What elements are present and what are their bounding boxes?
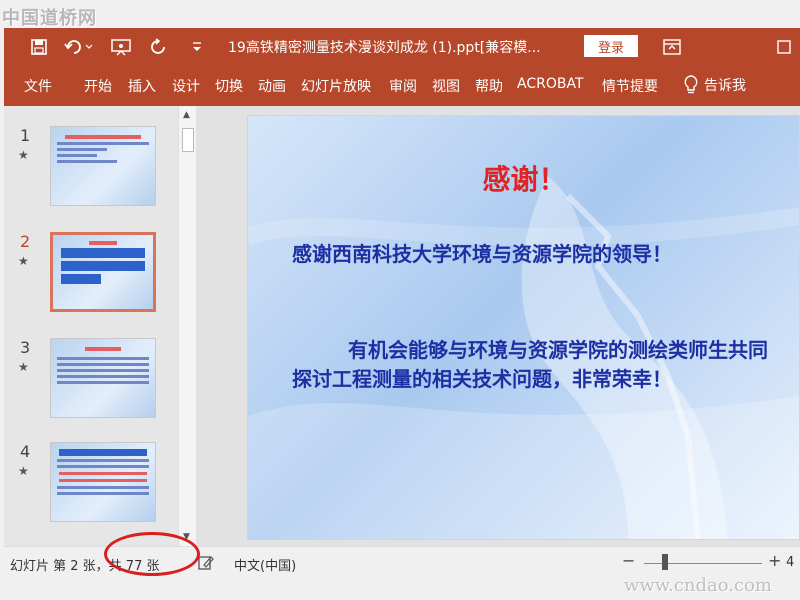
thumbnail-row[interactable]: 4 ★ — [4, 442, 178, 532]
tell-me-box[interactable]: 告诉我 — [684, 75, 746, 95]
slide-thumbnail[interactable] — [50, 126, 156, 206]
ribbon-tabs: 文件 开始 插入 设计 切换 动画 幻灯片放映 审阅 视图 帮助 ACROBAT… — [4, 66, 800, 106]
lightbulb-icon — [684, 75, 698, 94]
star-icon: ★ — [18, 148, 29, 162]
thumbnail-row[interactable]: 3 ★ — [4, 338, 178, 428]
tab-view[interactable]: 视图 — [432, 76, 460, 96]
document-title: 19高铁精密测量技术漫谈刘成龙 (1).ppt[兼容模... — [228, 40, 541, 56]
redo-icon[interactable] — [148, 36, 170, 58]
tell-me-label: 告诉我 — [704, 78, 746, 94]
slide-number: 3 — [20, 338, 31, 357]
tab-review[interactable]: 审阅 — [389, 76, 417, 96]
slide-number: 4 — [20, 442, 31, 461]
thumbnail-row[interactable]: 2 ★ — [4, 232, 178, 322]
slide-title: 感谢！ — [482, 163, 567, 196]
present-icon[interactable] — [110, 36, 132, 58]
watermark-bottom: www.cndao.com — [624, 575, 772, 596]
tab-transitions[interactable]: 切换 — [215, 76, 243, 96]
scroll-thumb[interactable] — [182, 128, 194, 152]
zoom-level[interactable]: 4 — [786, 555, 794, 570]
slide-text-line1: 感谢西南科技大学环境与资源学院的领导！ — [292, 242, 672, 266]
star-icon: ★ — [18, 360, 29, 374]
thumbnail-row[interactable]: 1 ★ — [4, 126, 178, 216]
tab-acrobat[interactable]: ACROBAT — [517, 76, 584, 92]
zoom-out-button[interactable]: − — [622, 551, 635, 570]
maximize-icon[interactable] — [774, 37, 794, 57]
slide-thumbnail[interactable] — [50, 442, 156, 522]
title-bar: 19高铁精密测量技术漫谈刘成龙 (1).ppt[兼容模... 登录 — [4, 28, 800, 66]
red-highlight-circle — [104, 532, 200, 576]
thumbnail-scrollbar[interactable]: ▲ ▼ — [178, 106, 196, 546]
tab-animations[interactable]: 动画 — [258, 76, 286, 96]
star-icon: ★ — [18, 464, 29, 478]
zoom-in-button[interactable]: + — [768, 551, 781, 570]
tab-design[interactable]: 设计 — [172, 76, 200, 96]
scroll-up-icon[interactable]: ▲ — [183, 110, 190, 120]
customize-icon[interactable] — [186, 36, 208, 58]
slide-number: 1 — [20, 126, 31, 145]
slide-thumbnails-pane: 1 ★ 2 ★ 3 ★ 4 ★ — [4, 106, 178, 546]
save-icon[interactable] — [28, 36, 50, 58]
tab-help[interactable]: 帮助 — [475, 76, 503, 96]
notes-icon[interactable] — [198, 555, 214, 575]
tab-storyboard[interactable]: 情节提要 — [602, 76, 658, 96]
ribbon-display-icon[interactable] — [662, 37, 682, 57]
undo-icon[interactable] — [62, 36, 96, 58]
slide-number: 2 — [20, 232, 31, 251]
tab-file[interactable]: 文件 — [24, 76, 52, 96]
tab-insert[interactable]: 插入 — [128, 76, 156, 96]
current-slide[interactable]: 感谢！ 感谢西南科技大学环境与资源学院的领导！ 有机会能够与环境与资源学院的测绘… — [247, 115, 800, 540]
tab-slideshow[interactable]: 幻灯片放映 — [301, 76, 371, 96]
watermark-top: 中国道桥网 — [2, 8, 97, 29]
slide-thumbnail[interactable] — [50, 338, 156, 418]
slide-thumbnail-selected[interactable] — [50, 232, 156, 312]
zoom-slider-thumb[interactable] — [662, 554, 668, 570]
slide-text-line2: 有机会能够与环境与资源学院的测绘类师生共同探讨工程测量的相关技术问题，非常荣幸！ — [292, 338, 768, 391]
language-status[interactable]: 中文(中国) — [234, 555, 296, 574]
slide-canvas: 感谢！ 感谢西南科技大学环境与资源学院的领导！ 有机会能够与环境与资源学院的测绘… — [196, 106, 800, 546]
star-icon: ★ — [18, 254, 29, 268]
login-button[interactable]: 登录 — [584, 35, 638, 57]
tab-home[interactable]: 开始 — [84, 76, 112, 96]
